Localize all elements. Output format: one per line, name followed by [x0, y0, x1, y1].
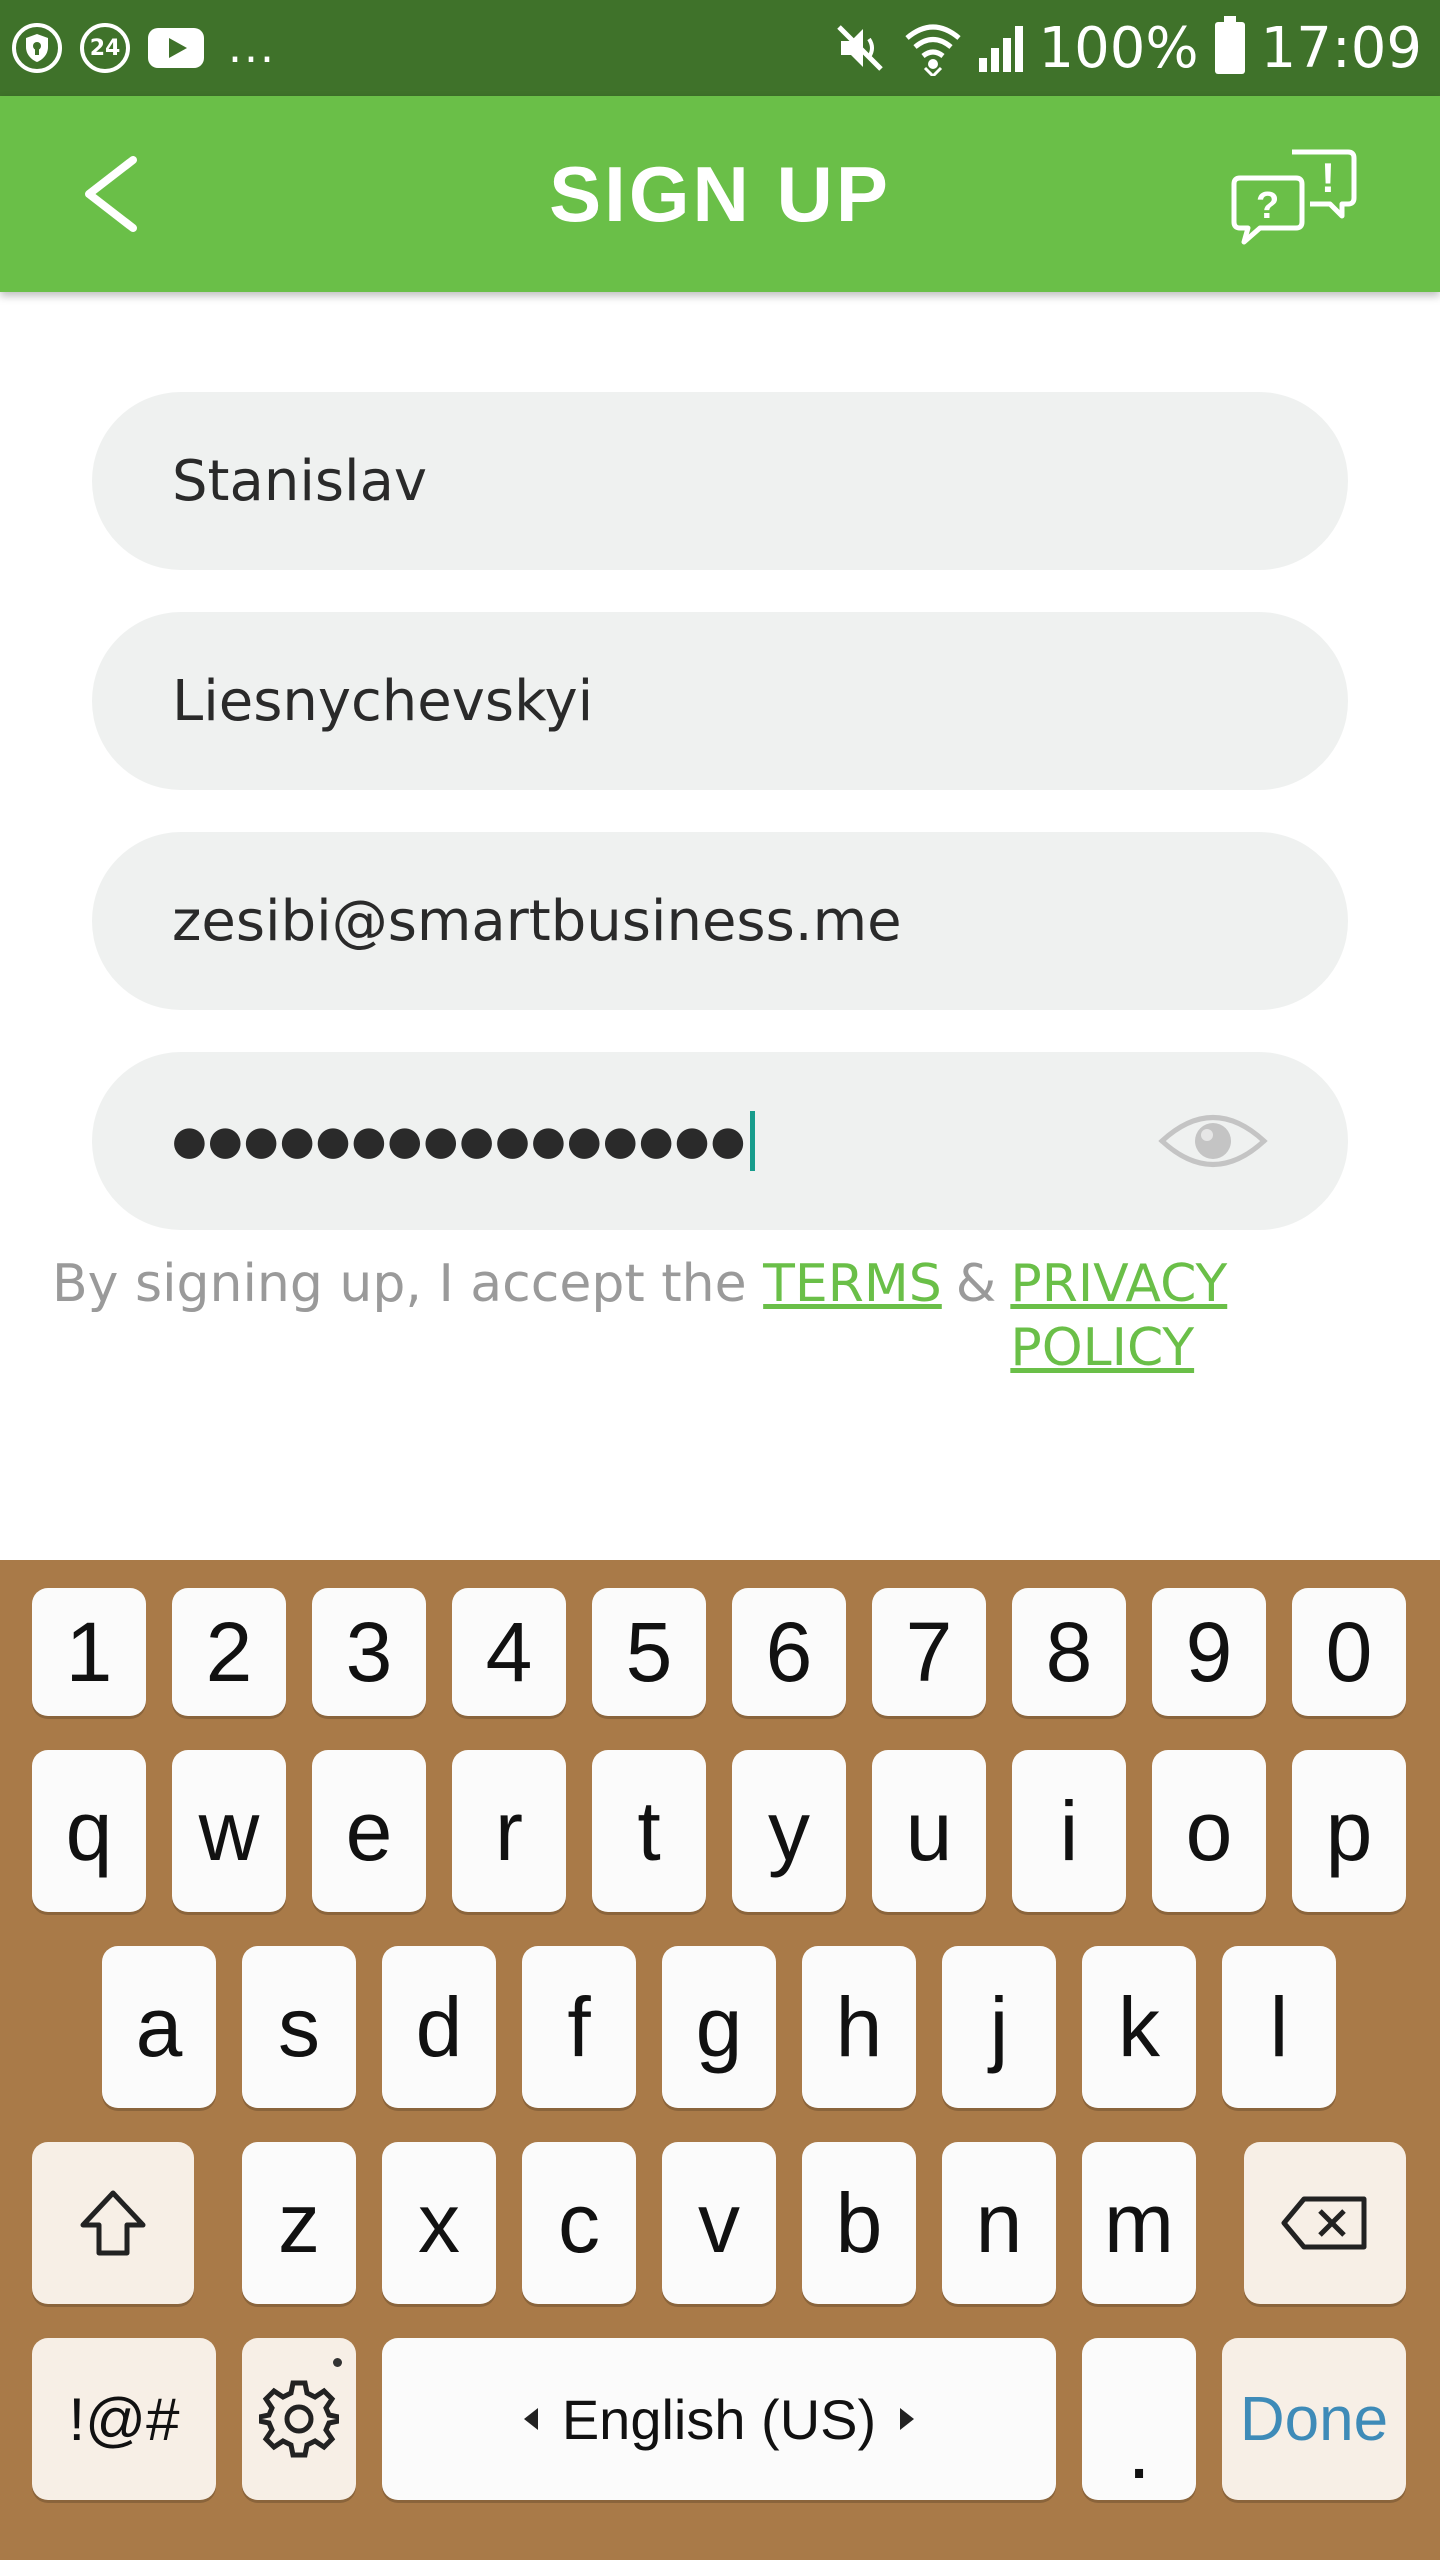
privacy-link-line1: PRIVACY [1010, 1254, 1228, 1314]
first-name-field[interactable]: Stanislav [92, 392, 1348, 570]
svg-text:?: ? [1256, 185, 1279, 227]
key-0[interactable]: 0 [1292, 1588, 1406, 1716]
status-bar-left: 24 ... [12, 20, 276, 76]
status-bar-right: 100% 17:09 [833, 14, 1422, 82]
svg-text:!: ! [1321, 154, 1335, 201]
terms-text: By signing up, I accept the TERMS & PRIVAC… [52, 1252, 1392, 1380]
mute-icon [836, 25, 883, 71]
language-right-icon [900, 2408, 915, 2430]
period-key[interactable]: . [1082, 2338, 1196, 2500]
space-language-key[interactable]: English (US) [382, 2338, 1056, 2500]
status-bar: 24 ... 100% 17:09 [0, 0, 1440, 96]
badge-24-icon: 24 [80, 23, 130, 73]
first-name-value: Stanislav [172, 448, 428, 514]
key-x[interactable]: x [382, 2142, 496, 2304]
key-m[interactable]: m [1082, 2142, 1196, 2304]
key-u[interactable]: u [872, 1750, 986, 1912]
chat-help-icon: ! ? [1231, 149, 1357, 245]
email-field[interactable]: zesibi@smartbusiness.me [92, 832, 1348, 1010]
last-name-value: Liesnychevskyi [172, 668, 594, 734]
settings-key[interactable] [242, 2338, 356, 2500]
key-9[interactable]: 9 [1152, 1588, 1266, 1716]
key-2[interactable]: 2 [172, 1588, 286, 1716]
wifi-icon [904, 24, 961, 76]
key-y[interactable]: y [732, 1750, 846, 1912]
terms-amp: & [955, 1254, 997, 1314]
key-n[interactable]: n [942, 2142, 1056, 2304]
status-overflow: ... [228, 22, 276, 73]
key-z[interactable]: z [242, 2142, 356, 2304]
password-field[interactable]: ●●●●●●●●●●●●●●●● [92, 1052, 1348, 1230]
email-value: zesibi@smartbusiness.me [172, 888, 902, 954]
key-t[interactable]: t [592, 1750, 706, 1912]
key-j[interactable]: j [942, 1946, 1056, 2108]
gear-icon [259, 2380, 339, 2458]
key-h[interactable]: h [802, 1946, 916, 2108]
key-w[interactable]: w [172, 1750, 286, 1912]
key-6[interactable]: 6 [732, 1588, 846, 1716]
key-f[interactable]: f [522, 1946, 636, 2108]
help-button[interactable]: ! ? [1230, 146, 1360, 246]
battery-icon [1214, 16, 1245, 74]
eye-icon[interactable] [1158, 1106, 1268, 1176]
backspace-key[interactable] [1244, 2142, 1406, 2304]
terms-prefix: By signing up, I accept the [52, 1254, 747, 1314]
text-caret [750, 1111, 756, 1171]
shift-icon [80, 2190, 146, 2256]
key-c[interactable]: c [522, 2142, 636, 2304]
soft-keyboard: 1 2 3 4 5 6 7 8 9 0 q w e r t y u i o p … [0, 1560, 1440, 2560]
shield-icon [12, 23, 62, 73]
period-label: . [1127, 2401, 1151, 2496]
backspace-icon [1281, 2196, 1367, 2250]
key-s[interactable]: s [242, 1946, 356, 2108]
settings-dot [333, 2358, 342, 2367]
terms-link[interactable]: TERMS [763, 1254, 942, 1314]
privacy-policy-link[interactable]: PRIVACY POLICY [1010, 1252, 1227, 1380]
key-r[interactable]: r [452, 1750, 566, 1912]
youtube-icon [148, 28, 204, 68]
language-label: English (US) [561, 2387, 877, 2451]
key-g[interactable]: g [662, 1946, 776, 2108]
key-d[interactable]: d [382, 1946, 496, 2108]
last-name-field[interactable]: Liesnychevskyi [92, 612, 1348, 790]
key-5[interactable]: 5 [592, 1588, 706, 1716]
key-1[interactable]: 1 [32, 1588, 146, 1716]
key-o[interactable]: o [1152, 1750, 1266, 1912]
done-key[interactable]: Done [1222, 2338, 1406, 2500]
key-7[interactable]: 7 [872, 1588, 986, 1716]
shift-key[interactable] [32, 2142, 194, 2304]
battery-percent: 100% [1038, 15, 1199, 81]
key-3[interactable]: 3 [312, 1588, 426, 1716]
key-p[interactable]: p [1292, 1750, 1406, 1912]
symbols-key[interactable]: !@# [32, 2338, 216, 2500]
key-e[interactable]: e [312, 1750, 426, 1912]
key-b[interactable]: b [802, 2142, 916, 2304]
key-k[interactable]: k [1082, 1946, 1196, 2108]
key-8[interactable]: 8 [1012, 1588, 1126, 1716]
key-a[interactable]: a [102, 1946, 216, 2108]
page-title: SIGN UP [549, 149, 891, 238]
key-q[interactable]: q [32, 1750, 146, 1912]
password-value: ●●●●●●●●●●●●●●●● [172, 1118, 747, 1164]
key-i[interactable]: i [1012, 1750, 1126, 1912]
signal-icon [978, 24, 1023, 72]
key-l[interactable]: l [1222, 1946, 1336, 2108]
key-v[interactable]: v [662, 2142, 776, 2304]
app-bar: SIGN UP ! ? [0, 96, 1440, 292]
clock: 17:09 [1260, 15, 1422, 81]
language-left-icon [523, 2408, 538, 2430]
key-4[interactable]: 4 [452, 1588, 566, 1716]
privacy-link-line2: POLICY [1010, 1318, 1195, 1378]
